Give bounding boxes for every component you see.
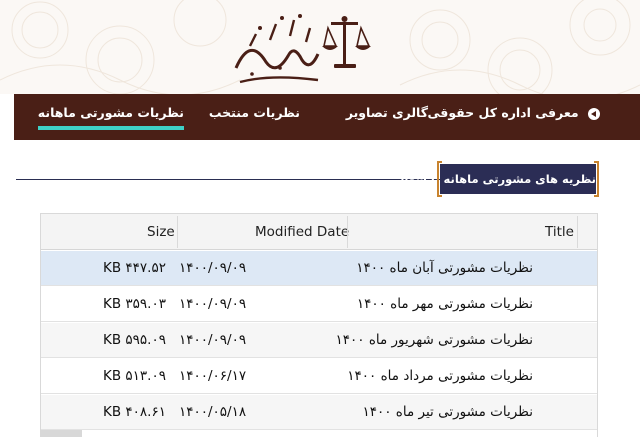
nav-item-label: نظریات منتخب [208, 105, 300, 120]
site-header [0, 0, 640, 94]
nav-item-about[interactable]: معرفی اداره کل حقوقی [428, 94, 600, 140]
table-row[interactable]: KB ۵۹۵.۰۹ ۱۴۰۰/۰۹/۰۹ نظریات مشورتی شهریو… [41, 323, 597, 358]
column-separator [577, 216, 578, 248]
table-row[interactable]: KB ۳۵۹.۰۳ ۱۴۰۰/۰۹/۰۹ نظریات مشورتی مهر م… [41, 287, 597, 322]
document-title-link[interactable]: نظریات مشورتی مهر ماه ۱۴۰۰ [357, 287, 533, 322]
section-title-text: نظریه های مشورتی ماهانه با سوال [394, 172, 596, 186]
nav-item-label: گالری تصاویر [345, 105, 428, 120]
file-size: KB ۳۵۹.۰۳ [103, 296, 166, 312]
file-size: KB ۵۱۳.۰۹ [103, 368, 166, 384]
nav-item-gallery[interactable]: گالری تصاویر [346, 94, 428, 140]
nav-item-selected-opinions[interactable]: نظریات منتخب [209, 94, 300, 140]
horizontal-scrollbar[interactable] [40, 430, 82, 437]
file-size: KB ۴۴۷.۵۲ [103, 260, 166, 276]
nav-item-monthly-opinions[interactable]: نظریات مشورتی ماهانه [37, 94, 184, 140]
arrow-left-icon [588, 107, 600, 120]
modified-date: ۱۴۰۰/۰۹/۰۹ [179, 260, 247, 276]
main-navigation: معرفی اداره کل حقوقی گالری تصاویر نظریات… [14, 94, 640, 140]
column-header-title[interactable]: Title [545, 214, 574, 250]
column-separator [177, 216, 178, 248]
table-row[interactable]: KB ۴۰۸.۶۱ ۱۴۰۰/۰۵/۱۸ نظریات مشورتی تیر م… [41, 395, 597, 430]
bracket-left-ornament [437, 161, 442, 197]
scales-of-justice-emblem-icon [234, 14, 371, 84]
column-header-size[interactable]: Size [147, 214, 175, 250]
document-title-link[interactable]: نظریات مشورتی شهریور ماه ۱۴۰۰ [336, 323, 533, 358]
nav-item-label: نظریات مشورتی ماهانه [37, 105, 184, 120]
column-header-modified-date[interactable]: Modified Date [255, 214, 349, 250]
section-divider [16, 179, 440, 180]
table-row[interactable]: KB ۵۱۳.۰۹ ۱۴۰۰/۰۶/۱۷ نظریات مشورتی مرداد… [41, 359, 597, 394]
document-title-link[interactable]: نظریات مشورتی آبان ماه ۱۴۰۰ [356, 251, 533, 286]
file-size: KB ۴۰۸.۶۱ [103, 404, 166, 420]
file-size: KB ۵۹۵.۰۹ [103, 332, 166, 348]
modified-date: ۱۴۰۰/۰۹/۰۹ [179, 296, 247, 312]
documents-table: Size Modified Date Title KB ۴۴۷.۵۲ ۱۴۰۰/… [40, 213, 598, 437]
table-header: Size Modified Date Title [41, 214, 597, 250]
bracket-right-ornament [594, 161, 599, 197]
nav-item-label: معرفی اداره کل حقوقی [427, 105, 579, 120]
table-row[interactable]: KB ۴۴۷.۵۲ ۱۴۰۰/۰۹/۰۹ نظریات مشورتی آبان … [41, 251, 597, 286]
logo[interactable] [230, 6, 380, 90]
section-title: نظریه های مشورتی ماهانه با سوال [394, 161, 599, 197]
modified-date: ۱۴۰۰/۰۵/۱۸ [179, 404, 247, 420]
document-title-link[interactable]: نظریات مشورتی تیر ماه ۱۴۰۰ [362, 395, 533, 430]
modified-date: ۱۴۰۰/۰۹/۰۹ [179, 332, 247, 348]
active-tab-indicator [37, 126, 184, 130]
column-separator [347, 216, 348, 248]
document-title-link[interactable]: نظریات مشورتی مرداد ماه ۱۴۰۰ [347, 359, 533, 394]
modified-date: ۱۴۰۰/۰۶/۱۷ [179, 368, 247, 384]
